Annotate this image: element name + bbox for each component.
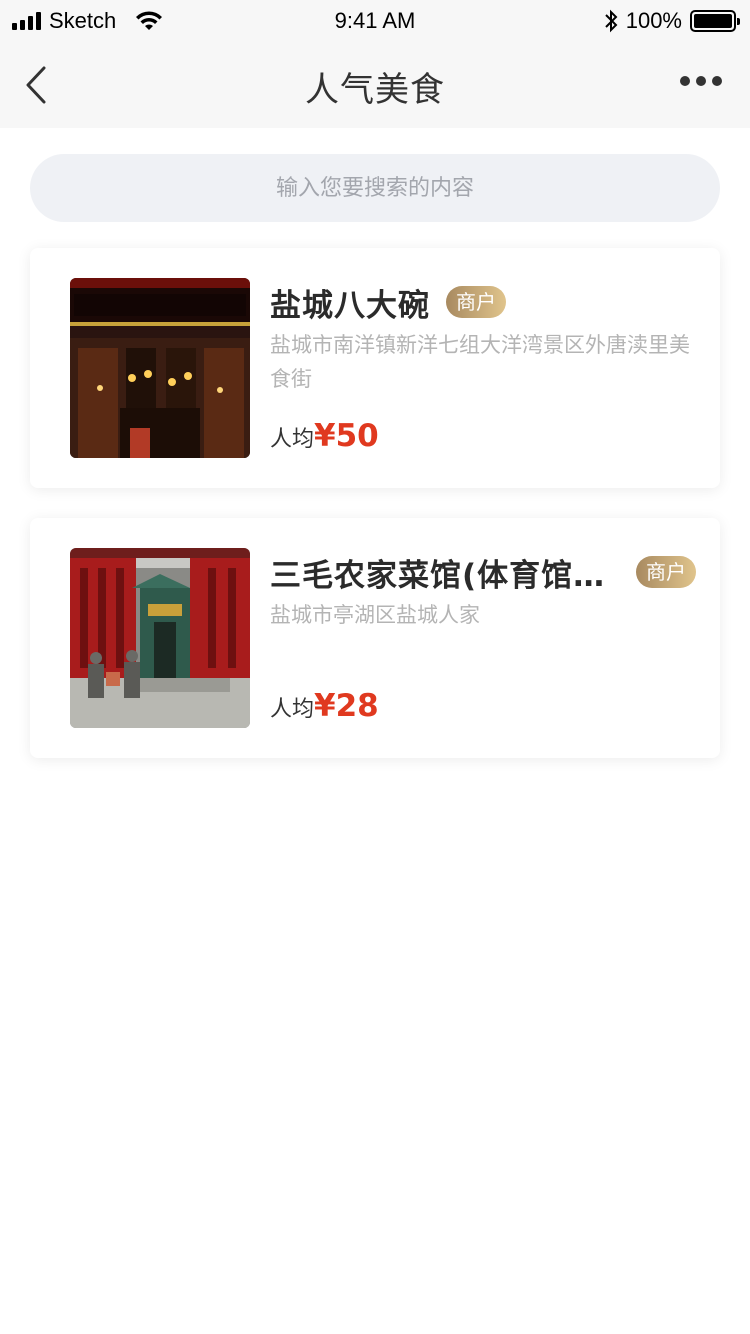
bluetooth-icon xyxy=(605,9,618,33)
title-row: 盐城八大碗 商户 xyxy=(270,278,710,326)
restaurant-info: 盐城八大碗 商户 盐城市南洋镇新洋七组大洋湾景区外唐渎里美食街 人均 ¥50 xyxy=(270,278,710,458)
restaurant-info: 三毛农家菜馆(体育馆店) 商户 盐城市亭湖区盐城人家 人均 ¥28 xyxy=(270,548,710,728)
price-label: 人均 xyxy=(270,427,315,452)
price-value: ¥50 xyxy=(314,418,379,454)
restaurant-name: 三毛农家菜馆(体育馆店) xyxy=(270,557,620,594)
merchant-badge: 商户 xyxy=(446,286,506,318)
restaurant-card[interactable]: 盐城八大碗 商户 盐城市南洋镇新洋七组大洋湾景区外唐渎里美食街 人均 ¥50 xyxy=(30,248,720,488)
battery-percent: 100% xyxy=(625,8,682,33)
status-bar: Sketch 9:41 AM 100% xyxy=(0,0,750,40)
price-value: ¥28 xyxy=(314,688,379,724)
restaurant-photo xyxy=(70,548,250,728)
restaurant-photo xyxy=(70,278,250,458)
price-row: 人均 ¥50 xyxy=(270,418,379,454)
search-input[interactable] xyxy=(30,154,720,222)
restaurant-address: 盐城市亭湖区盐城人家 xyxy=(270,603,480,627)
restaurant-name: 盐城八大碗 xyxy=(270,287,430,324)
price-label: 人均 xyxy=(270,697,315,722)
more-dots-icon[interactable] xyxy=(680,76,722,88)
merchant-badge: 商户 xyxy=(636,556,696,588)
restaurant-card[interactable]: 三毛农家菜馆(体育馆店) 商户 盐城市亭湖区盐城人家 人均 ¥28 xyxy=(30,518,720,758)
battery-icon xyxy=(690,10,740,32)
status-right: 100% xyxy=(604,8,740,34)
restaurant-address: 盐城市南洋镇新洋七组大洋湾景区外唐渎里美食街 xyxy=(270,333,690,391)
title-row: 三毛农家菜馆(体育馆店) 商户 xyxy=(270,548,710,596)
nav-bar: 人气美食 xyxy=(0,40,750,128)
page-title: 人气美食 xyxy=(305,70,445,110)
screen: Sketch 9:41 AM 100% 人气美食 输入您要搜索的内容 盐城八大碗… xyxy=(0,0,750,1334)
price-row: 人均 ¥28 xyxy=(270,688,379,724)
